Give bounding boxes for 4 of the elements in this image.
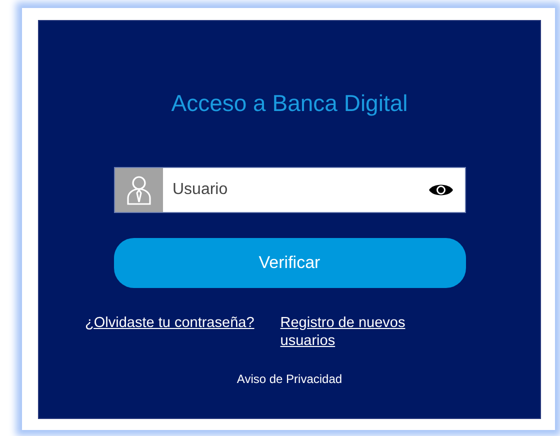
page-title: Acceso a Banca Digital [171, 89, 408, 118]
forgot-password-link[interactable]: ¿Olvidaste tu contraseña? [85, 314, 254, 350]
register-link[interactable]: Registro de nuevos usuarios [280, 314, 430, 350]
privacy-link[interactable]: Aviso de Privacidad [236, 372, 342, 386]
